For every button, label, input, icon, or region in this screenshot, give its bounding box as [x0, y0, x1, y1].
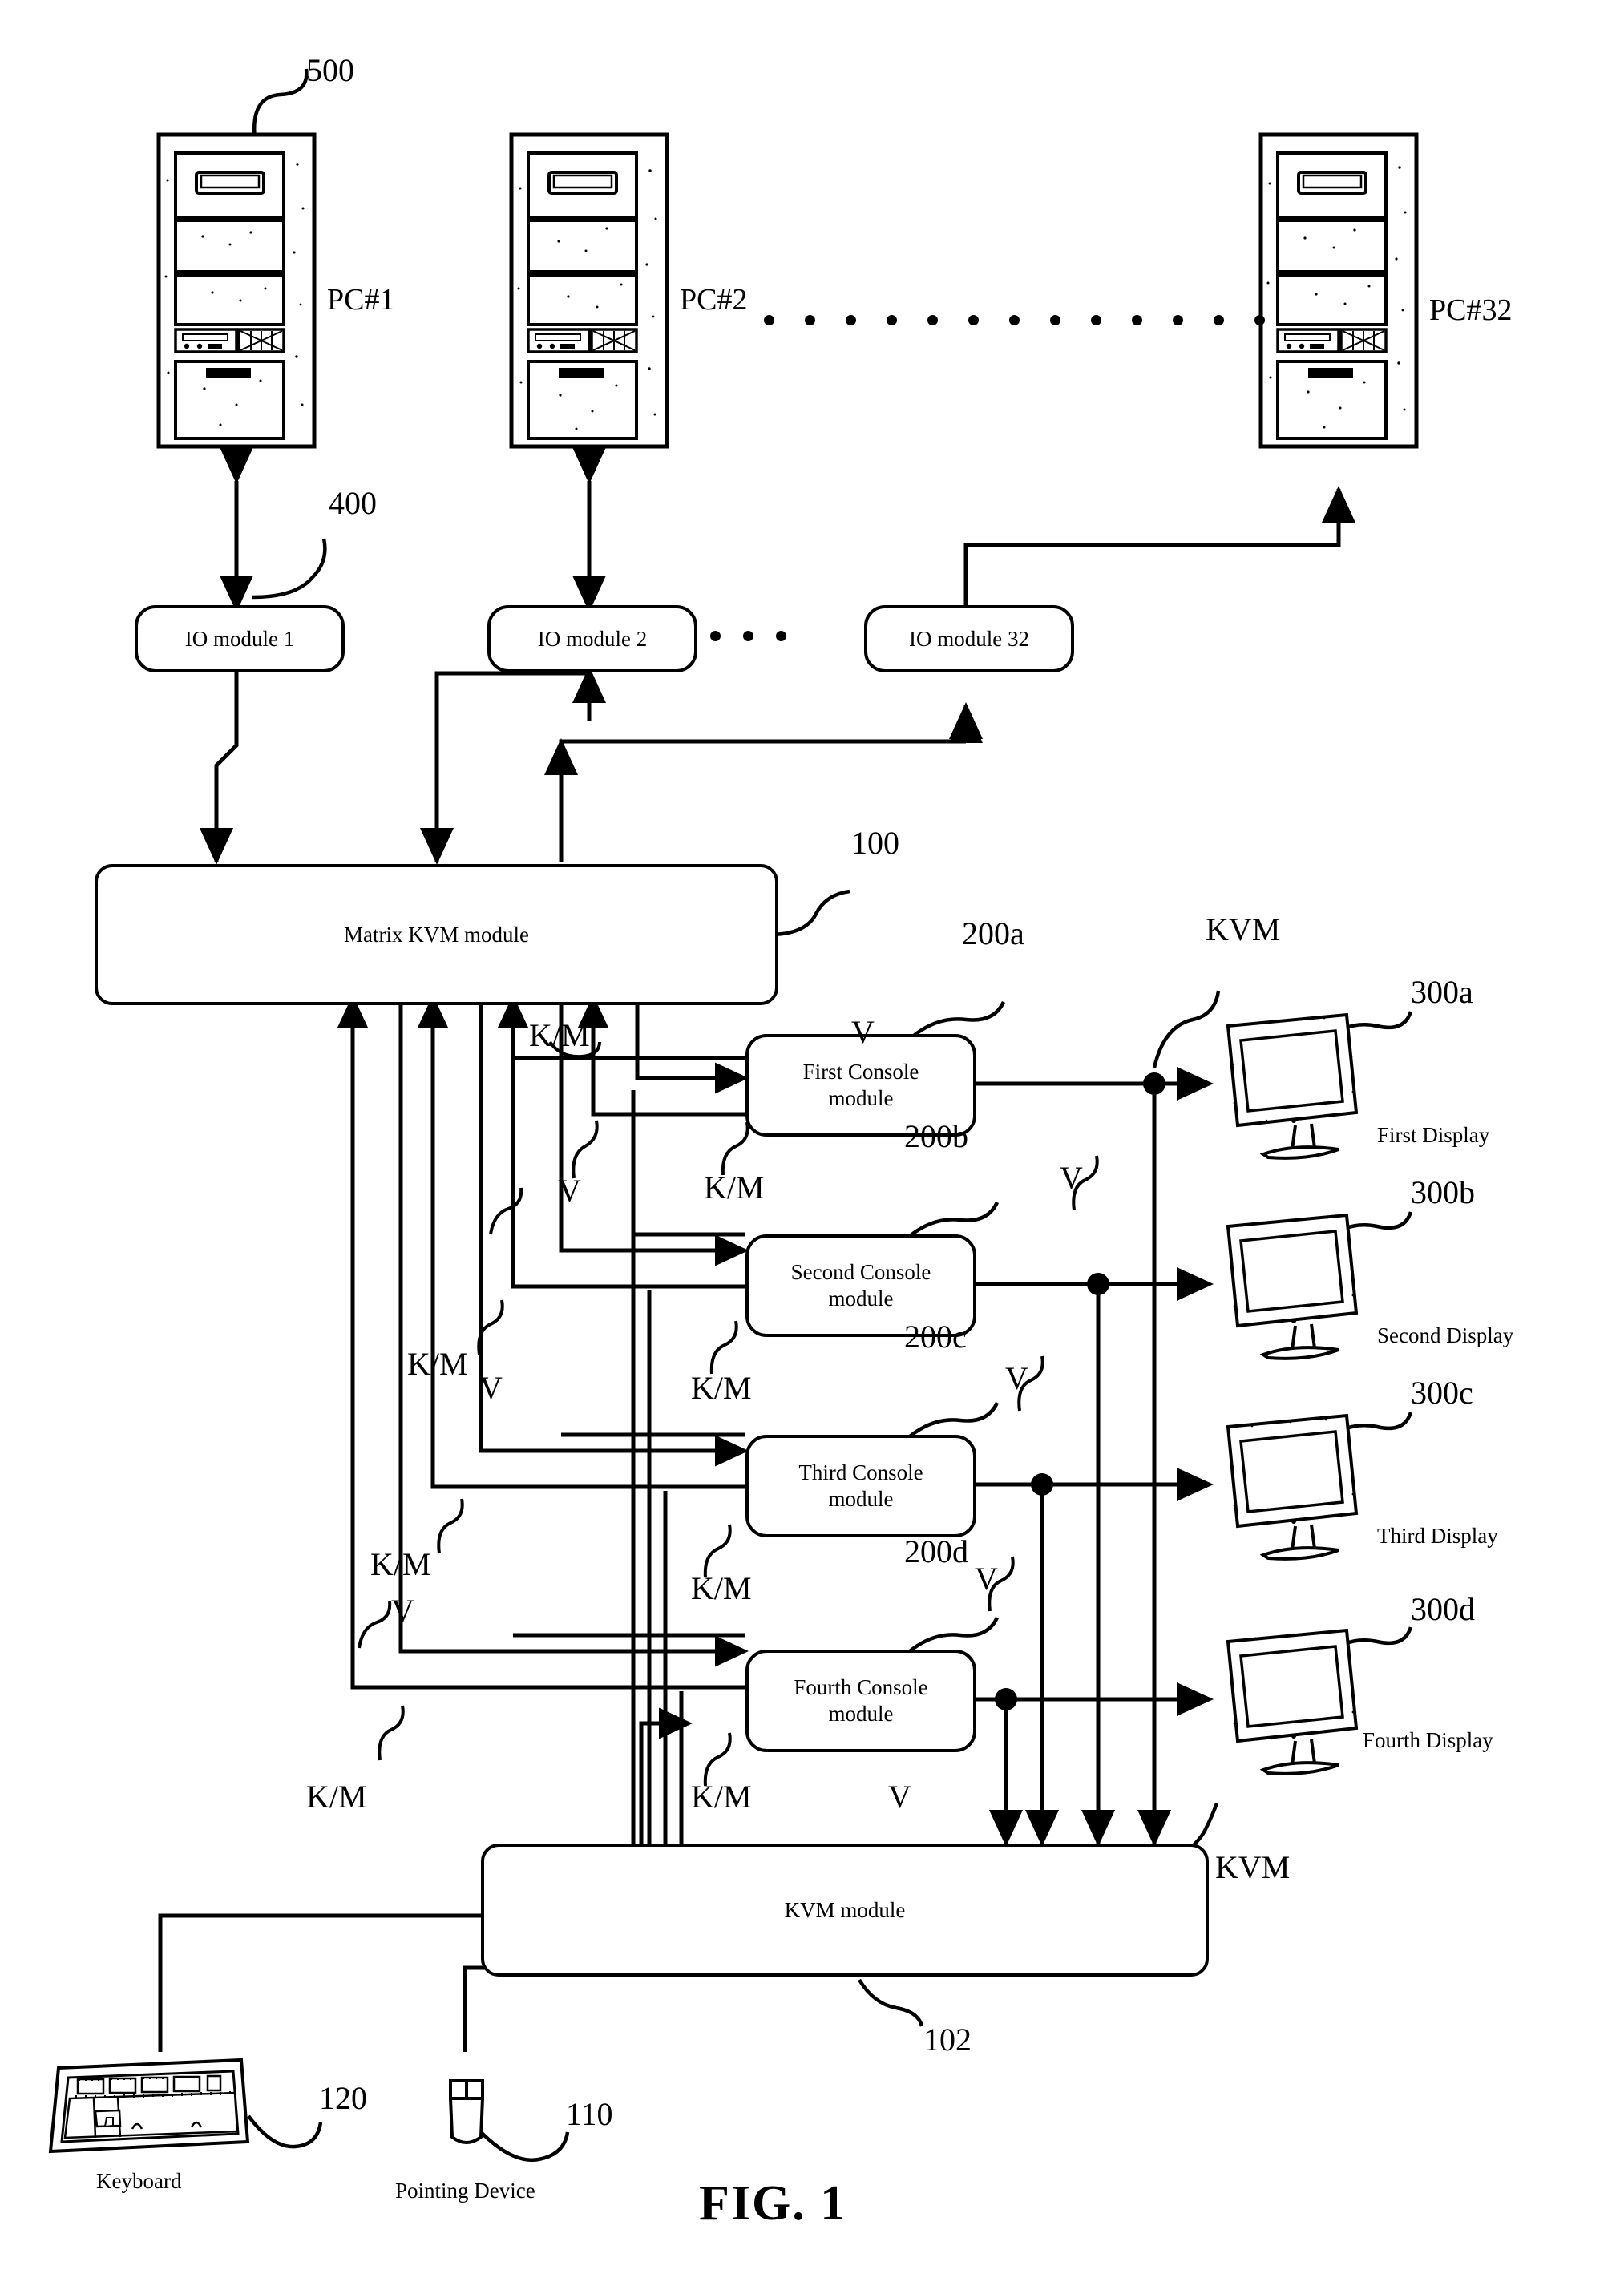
- pointing-device-label: Pointing Device: [395, 2179, 535, 2203]
- io-module-32[interactable]: IO module 32: [864, 605, 1074, 672]
- signal-label-v-4: V: [391, 1593, 414, 1629]
- ref-200c: 200c: [904, 1319, 967, 1355]
- pc-label-32: PC#32: [1429, 293, 1513, 327]
- display-fourth: [1226, 1628, 1359, 1775]
- display-second-label: Second Display: [1377, 1323, 1514, 1347]
- console-fourth-line2: module: [828, 1702, 894, 1726]
- signal-label-v-6: V: [1060, 1160, 1083, 1196]
- display-first: [1226, 1012, 1359, 1160]
- matrix-kvm-module[interactable]: Matrix KVM module: [95, 864, 778, 1005]
- kvm-module-label: KVM module: [784, 1897, 906, 1922]
- io-module-ellipsis: [710, 631, 786, 641]
- ref-102: 102: [923, 2021, 972, 2058]
- console-second-line1: Second Console: [790, 1260, 931, 1285]
- keyboard-label: Keyboard: [96, 2169, 182, 2193]
- signal-label-km-8: K/M: [691, 1779, 752, 1815]
- signal-label-kvm-bottom: KVM: [1215, 1849, 1291, 1885]
- signal-label-v-7: V: [1005, 1360, 1028, 1396]
- figure-canvas: PC#1 PC#2 PC#32 500 IO module 1 IO modul…: [0, 0, 1624, 2282]
- console-module-third[interactable]: Third Console module: [745, 1435, 976, 1537]
- io-module-2-label: IO module 2: [537, 626, 648, 651]
- ref-500: 500: [306, 52, 354, 88]
- display-first-label: First Display: [1377, 1123, 1490, 1147]
- ref-200d: 200d: [904, 1533, 968, 1569]
- display-second: [1226, 1213, 1359, 1360]
- ref-200b: 200b: [904, 1118, 968, 1154]
- keyboard: [48, 2058, 250, 2154]
- console-first-line1: First Console: [802, 1060, 919, 1084]
- ref-300a: 300a: [1411, 974, 1473, 1010]
- console-module-fourth[interactable]: Fourth Console module: [745, 1650, 976, 1752]
- io-module-32-label: IO module 32: [909, 626, 1029, 651]
- display-third: [1226, 1413, 1359, 1561]
- signal-label-km-1: K/M: [529, 1017, 590, 1053]
- ref-200a: 200a: [962, 915, 1024, 951]
- signal-label-km-7: K/M: [306, 1779, 367, 1815]
- signal-label-v-5: V: [888, 1779, 911, 1815]
- console-fourth-line1: Fourth Console: [794, 1675, 928, 1700]
- signal-label-v-8: V: [975, 1561, 998, 1597]
- console-module-fourth-label: Fourth Console module: [794, 1674, 927, 1727]
- signal-label-km-6: K/M: [691, 1570, 752, 1606]
- ref-300d: 300d: [1411, 1591, 1475, 1627]
- console-third-line2: module: [828, 1487, 894, 1511]
- signal-label-km-5: K/M: [370, 1546, 431, 1582]
- signal-label-km-4: K/M: [691, 1370, 752, 1406]
- signal-label-kvm-top: KVM: [1206, 911, 1281, 947]
- signal-label-km-2: K/M: [704, 1169, 765, 1206]
- io-module-2[interactable]: IO module 2: [487, 605, 697, 672]
- pc-tower-2: [509, 132, 669, 449]
- ref-120: 120: [319, 2080, 367, 2116]
- console-first-line2: module: [828, 1086, 894, 1110]
- console-second-line2: module: [828, 1286, 894, 1311]
- pc-label-1: PC#1: [327, 283, 395, 317]
- pc-tower-32: [1258, 132, 1419, 449]
- figure-caption: FIG. 1: [699, 2176, 847, 2231]
- console-module-third-label: Third Console module: [798, 1460, 923, 1513]
- display-fourth-label: Fourth Display: [1363, 1728, 1493, 1752]
- console-module-first-label: First Console module: [803, 1059, 919, 1112]
- kvm-module[interactable]: KVM module: [481, 1844, 1209, 1977]
- io-module-1-label: IO module 1: [184, 626, 295, 651]
- pointing-device: [448, 2079, 485, 2144]
- ref-300c: 300c: [1411, 1375, 1473, 1411]
- matrix-kvm-module-label: Matrix KVM module: [344, 922, 529, 947]
- console-module-second-label: Second Console module: [791, 1259, 931, 1312]
- signal-label-v-2: V: [558, 1173, 581, 1209]
- pc-tower-1: [156, 132, 317, 449]
- pc-label-2: PC#2: [680, 283, 748, 317]
- pc-ellipsis: [764, 315, 1265, 325]
- display-third-label: Third Display: [1377, 1524, 1498, 1548]
- signal-label-km-3: K/M: [407, 1346, 468, 1382]
- ref-110: 110: [566, 2096, 613, 2132]
- ref-100: 100: [851, 825, 899, 861]
- signal-label-v-1: V: [851, 1014, 875, 1050]
- console-third-line1: Third Console: [798, 1460, 923, 1485]
- ref-400: 400: [329, 485, 377, 521]
- io-module-1[interactable]: IO module 1: [135, 605, 345, 672]
- ref-300b: 300b: [1411, 1174, 1475, 1210]
- signal-label-v-3: V: [479, 1370, 503, 1406]
